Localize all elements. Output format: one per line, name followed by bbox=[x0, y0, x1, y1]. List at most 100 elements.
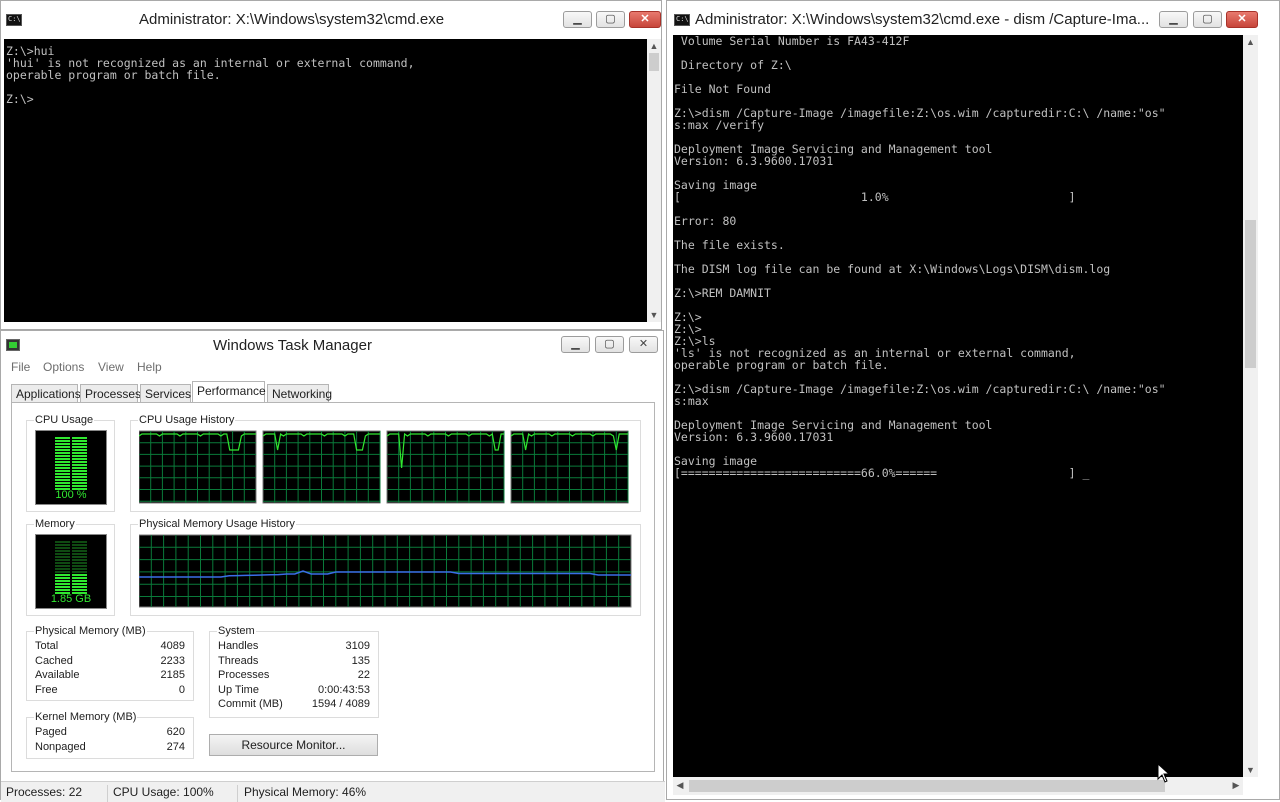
close-button[interactable]: ✕ bbox=[629, 336, 658, 353]
cpu-meter-bar bbox=[55, 470, 70, 472]
menu-options[interactable]: Options bbox=[43, 360, 84, 374]
stat-value: 0 bbox=[178, 684, 185, 696]
performance-panel: CPU Usage 100 % CPU Usage History Memory… bbox=[11, 402, 655, 772]
memory-meter-bar bbox=[55, 583, 70, 585]
cpu-meter-bar bbox=[72, 482, 87, 484]
cpu-meter-bar bbox=[72, 440, 87, 442]
scroll-up-arrow-icon[interactable]: ▲ bbox=[647, 39, 661, 53]
cpu-meter-bar bbox=[72, 464, 87, 466]
cmd1-titlebar[interactable]: Administrator: X:\Windows\system32\cmd.e… bbox=[1, 1, 661, 35]
minimize-button[interactable]: ▁ bbox=[563, 11, 592, 28]
memory-meter-bar bbox=[72, 562, 87, 564]
cpu-meter-bar bbox=[55, 437, 70, 439]
cpu-meter-bar bbox=[55, 452, 70, 454]
memory-meter-bar bbox=[55, 571, 70, 573]
console-line: Z:\> bbox=[6, 92, 34, 106]
cpu-meter-bar bbox=[72, 458, 87, 460]
cpu-meter-bar bbox=[72, 437, 87, 439]
taskmgr-titlebar[interactable]: Windows Task Manager ▁ ▢ ✕ bbox=[1, 331, 663, 361]
memory-meter-bar bbox=[72, 577, 87, 579]
maximize-button[interactable]: ▢ bbox=[1193, 11, 1222, 28]
cpu-meter-bar bbox=[55, 443, 70, 445]
tab-applications[interactable]: Applications bbox=[11, 384, 81, 402]
cpu-history-group: CPU Usage History bbox=[130, 414, 641, 512]
memory-meter-bar bbox=[72, 583, 87, 585]
status-memory: Physical Memory: 46% bbox=[244, 785, 367, 799]
stat-value: 2185 bbox=[160, 669, 185, 681]
status-cpu: CPU Usage: 100% bbox=[113, 785, 214, 799]
cmd1-console[interactable]: Z:\>hui'hui' is not recognized as an int… bbox=[4, 39, 647, 322]
scroll-thumb[interactable] bbox=[649, 53, 659, 71]
task-manager-window[interactable]: Windows Task Manager ▁ ▢ ✕ File Options … bbox=[0, 330, 665, 802]
system-label: System bbox=[217, 625, 256, 637]
mouse-cursor-icon bbox=[1157, 763, 1171, 783]
memory-meter-bar bbox=[55, 577, 70, 579]
cpu-meter-bar bbox=[72, 455, 87, 457]
stat-value: 1594 / 4089 bbox=[311, 698, 370, 710]
scroll-down-arrow-icon[interactable]: ▼ bbox=[1243, 763, 1258, 777]
memory-meter-bar bbox=[55, 580, 70, 582]
menu-help[interactable]: Help bbox=[137, 360, 162, 374]
stat-value: 620 bbox=[166, 726, 185, 738]
scroll-right-arrow-icon[interactable]: ▶ bbox=[1229, 777, 1243, 795]
cpu-meter-bar bbox=[55, 482, 70, 484]
resource-monitor-button[interactable]: Resource Monitor... bbox=[209, 734, 378, 756]
memory-meter-bar bbox=[72, 544, 87, 546]
memory-meter-bar bbox=[55, 550, 70, 552]
scroll-left-arrow-icon[interactable]: ◀ bbox=[673, 777, 687, 795]
stat-row: Nonpaged 274 bbox=[27, 741, 193, 755]
cmd1-vertical-scrollbar[interactable]: ▲ ▼ bbox=[647, 39, 661, 322]
menu-view[interactable]: View bbox=[98, 360, 124, 374]
minimize-button[interactable]: ▁ bbox=[1159, 11, 1188, 28]
cpu-meter-bar bbox=[72, 467, 87, 469]
close-button[interactable]: ✕ bbox=[629, 11, 661, 28]
memory-meter-bar bbox=[72, 568, 87, 570]
tab-services[interactable]: Services bbox=[140, 384, 191, 402]
tab-processes[interactable]: Processes bbox=[80, 384, 141, 402]
scroll-thumb[interactable] bbox=[689, 780, 1165, 792]
memory-meter-bar bbox=[72, 550, 87, 552]
cmd2-vertical-scrollbar[interactable]: ▲ ▼ bbox=[1243, 35, 1258, 777]
console-line: s:max /verify bbox=[674, 118, 765, 132]
console-line: operable program or batch file. bbox=[6, 68, 221, 82]
cpu-usage-label: CPU Usage bbox=[34, 414, 95, 426]
menu-file[interactable]: File bbox=[11, 360, 30, 374]
memory-meter: 1.85 GB bbox=[35, 534, 107, 609]
minimize-button[interactable]: ▁ bbox=[561, 336, 590, 353]
cpu-meter-bar bbox=[55, 476, 70, 478]
console-line: The file exists. bbox=[674, 238, 785, 252]
cmd-window-1[interactable]: Administrator: X:\Windows\system32\cmd.e… bbox=[0, 0, 662, 330]
status-separator bbox=[107, 785, 108, 802]
scroll-down-arrow-icon[interactable]: ▼ bbox=[647, 308, 661, 322]
tab-strip: Applications Processes Services Performa… bbox=[11, 381, 655, 402]
close-button[interactable]: ✕ bbox=[1226, 11, 1258, 28]
cpu-meter-bar bbox=[72, 446, 87, 448]
cmd2-titlebar[interactable]: Administrator: X:\Windows\system32\cmd.e… bbox=[667, 1, 1279, 35]
memory-meter-bar bbox=[55, 553, 70, 555]
cpu-meter-bar bbox=[55, 464, 70, 466]
stat-row: Processes 22 bbox=[210, 669, 378, 683]
maximize-button[interactable]: ▢ bbox=[596, 11, 625, 28]
cpu-meter-bar bbox=[55, 455, 70, 457]
memory-meter-bar bbox=[55, 559, 70, 561]
cmd2-title: Administrator: X:\Windows\system32\cmd.e… bbox=[695, 11, 1150, 28]
memory-meter-bar bbox=[72, 589, 87, 591]
stat-row: Free 0 bbox=[27, 684, 193, 698]
tab-networking[interactable]: Networking bbox=[267, 384, 332, 402]
memory-meter-bar bbox=[55, 547, 70, 549]
stat-row: Paged 620 bbox=[27, 726, 193, 740]
cmd1-title: Administrator: X:\Windows\system32\cmd.e… bbox=[139, 11, 445, 28]
scroll-up-arrow-icon[interactable]: ▲ bbox=[1243, 35, 1258, 49]
cmd-window-2[interactable]: Administrator: X:\Windows\system32\cmd.e… bbox=[666, 0, 1280, 800]
tab-performance[interactable]: Performance bbox=[192, 381, 266, 402]
maximize-button[interactable]: ▢ bbox=[595, 336, 624, 353]
cmd2-console[interactable]: Volume Serial Number is FA43-412F Direct… bbox=[673, 35, 1243, 777]
scroll-thumb[interactable] bbox=[1245, 220, 1256, 368]
stat-key: Handles bbox=[218, 640, 259, 652]
memory-value: 1.85 GB bbox=[50, 593, 92, 605]
cpu-meter-bar bbox=[55, 461, 70, 463]
cpu-meter-bar bbox=[55, 446, 70, 448]
stat-value: 3109 bbox=[345, 640, 370, 652]
